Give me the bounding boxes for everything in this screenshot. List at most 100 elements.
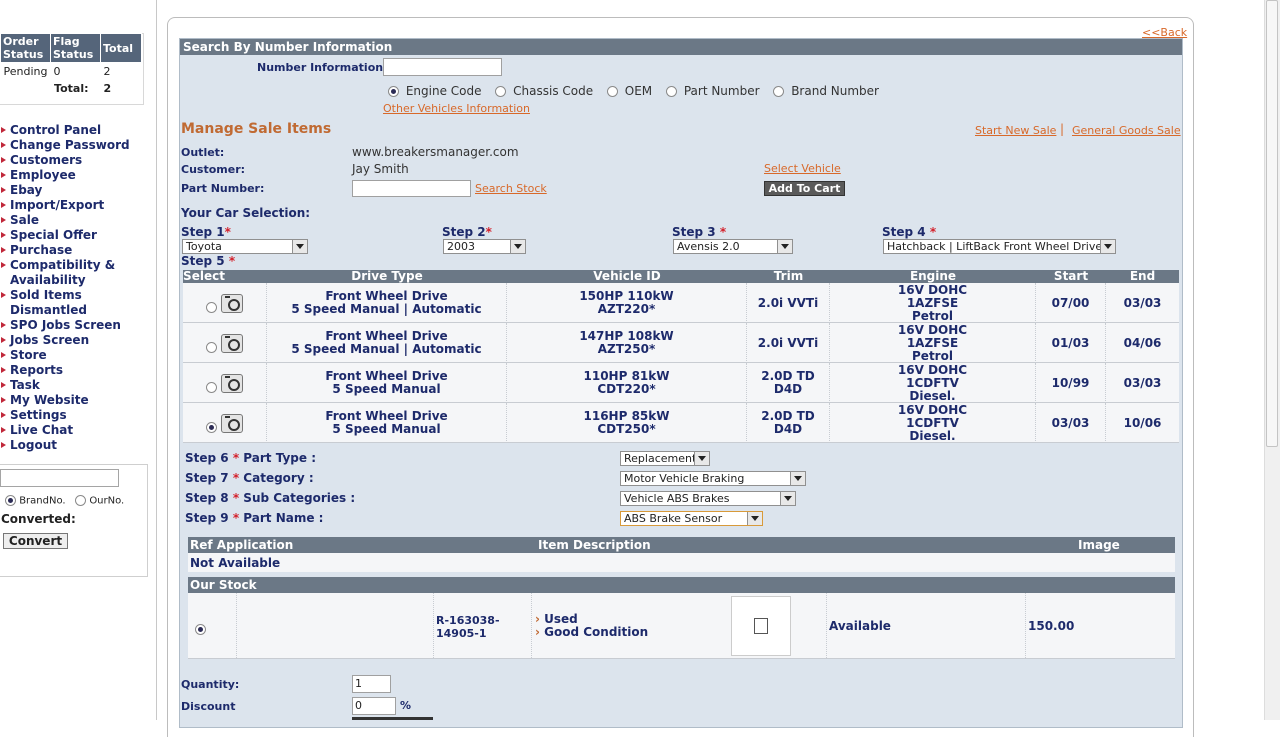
item-description-header: Item Description	[538, 538, 651, 552]
table-row[interactable]: Front Wheel Drive 5 Speed Manual | Automa…	[183, 323, 1179, 363]
col-vehicle-id: Vehicle ID	[593, 269, 661, 283]
image-header: Image	[1078, 538, 1120, 552]
menu-settings[interactable]: Settings	[0, 408, 150, 423]
menu-jobs-screen[interactable]: Jobs Screen	[0, 333, 150, 348]
menu-task[interactable]: Task	[0, 378, 150, 393]
category-select[interactable]: Motor Vehicle Braking	[620, 471, 806, 486]
table-row[interactable]: Front Wheel Drive 5 Speed Manual | Automa…	[183, 283, 1179, 323]
menu-store[interactable]: Store	[0, 348, 150, 363]
menu-sold-items[interactable]: Sold Items Dismantled	[0, 288, 100, 318]
camera-icon[interactable]	[221, 373, 243, 393]
add-to-cart-button[interactable]: Add To Cart	[764, 181, 845, 196]
brand-no-label: BrandNo.	[19, 495, 66, 507]
total-value: 2	[103, 65, 111, 78]
table-row[interactable]: Front Wheel Drive 5 Speed Manual 110HP 81…	[183, 363, 1179, 403]
chevron-down-icon	[694, 452, 709, 465]
brand-number-radio[interactable]	[773, 86, 785, 97]
part-type-select[interactable]: Replacement	[620, 451, 710, 466]
ref-table-header: Ref Application Item Description Image	[188, 537, 1175, 553]
menu-change-password[interactable]: Change Password	[0, 138, 150, 153]
convert-button[interactable]: Convert	[3, 533, 68, 549]
menu-special-offer[interactable]: Special Offer	[0, 228, 150, 243]
menu-my-website[interactable]: My Website	[0, 393, 150, 408]
menu-control-panel[interactable]: Control Panel	[0, 123, 150, 138]
discount-label: Discount	[181, 700, 236, 713]
menu-spo-jobs[interactable]: SPO Jobs Screen	[0, 318, 150, 333]
menu-customers[interactable]: Customers	[0, 153, 150, 168]
menu-compatibility[interactable]: Compatibility & Availability	[0, 258, 120, 288]
vehicle-radio[interactable]	[206, 301, 217, 313]
menu-logout[interactable]: Logout	[0, 438, 150, 453]
discount-input[interactable]: 0	[352, 697, 396, 715]
table-row[interactable]: Front Wheel Drive 5 Speed Manual 116HP 85…	[183, 403, 1179, 443]
vehicle-radio[interactable]	[206, 341, 217, 353]
vehicle-radio[interactable]	[206, 381, 217, 393]
chevron-down-icon	[777, 240, 792, 253]
stock-row[interactable]	[188, 593, 1175, 659]
chassis-code-radio[interactable]	[495, 86, 507, 97]
chevron-down-icon	[292, 240, 307, 253]
number-info-input[interactable]	[383, 58, 502, 76]
other-vehicles-link[interactable]: Other Vehicles Information	[383, 102, 530, 115]
our-stock-header: Our Stock	[188, 577, 1175, 593]
quantity-input[interactable]: 1	[352, 675, 391, 693]
link-separator: |	[1060, 122, 1065, 136]
general-goods-sale-link[interactable]: General Goods Sale	[1072, 124, 1181, 137]
search-stock-link[interactable]: Search Stock	[475, 182, 547, 195]
menu-purchase[interactable]: Purchase	[0, 243, 150, 258]
ref-application-header: Ref Application	[190, 538, 294, 552]
start-new-sale-link[interactable]: Start New Sale	[975, 124, 1056, 137]
camera-icon[interactable]	[221, 293, 243, 313]
body-select[interactable]: Hatchback | LiftBack Front Wheel Drive	[883, 239, 1116, 254]
total-label: Total:	[54, 82, 89, 95]
order-status-header: Order Status	[0, 33, 51, 63]
outlet-value: www.breakersmanager.com	[352, 145, 519, 159]
make-select[interactable]: Toyota	[182, 239, 308, 254]
vehicle-radio[interactable]	[206, 421, 217, 433]
customer-value: Jay Smith	[352, 162, 409, 176]
vehicle-id-code: CDT250*	[597, 422, 656, 436]
engine-code-label: Engine Code	[405, 84, 482, 98]
menu-employee[interactable]: Employee	[0, 168, 150, 183]
menu-reports[interactable]: Reports	[0, 363, 150, 378]
menu-live-chat[interactable]: Live Chat	[0, 423, 150, 438]
brand-no-radio[interactable]	[5, 495, 16, 506]
sub-category-select[interactable]: Vehicle ABS Brakes	[620, 491, 796, 506]
oem-label: OEM	[624, 84, 653, 98]
part-number-input[interactable]	[352, 180, 471, 197]
engine-code-radio[interactable]	[388, 86, 399, 97]
vehicle-id-code: AZT250*	[597, 342, 656, 356]
year-select[interactable]: 2003	[443, 239, 526, 254]
chassis-code-label: Chassis Code	[513, 84, 594, 98]
broken-image-icon	[754, 618, 768, 634]
menu-ebay[interactable]: Ebay	[0, 183, 150, 198]
trim-value: 2.0i VVTi	[757, 335, 819, 350]
engine-line3: Diesel.	[909, 428, 956, 443]
menu-sale[interactable]: Sale	[0, 213, 150, 228]
menu-import-export[interactable]: Import/Export	[0, 198, 150, 213]
search-header: Search By Number Information	[180, 39, 1182, 55]
model-select[interactable]: Avensis 2.0	[673, 239, 793, 254]
oem-radio[interactable]	[606, 86, 618, 97]
camera-icon[interactable]	[221, 413, 243, 433]
engine-line2: 1CDFTV	[906, 415, 959, 430]
scrollbar-thumb[interactable]	[1266, 0, 1278, 447]
car-selection-label: Your Car Selection:	[181, 206, 311, 220]
part-name-select[interactable]: ABS Brake Sensor	[620, 511, 763, 526]
start-date: 01/03	[1051, 335, 1090, 350]
stock-image[interactable]	[731, 596, 791, 656]
outlet-label: Outlet:	[181, 146, 225, 159]
step-1-label: Step 1*	[181, 225, 231, 239]
stock-status: Available	[829, 619, 891, 633]
part-number-label: Part Number	[683, 84, 760, 98]
divider	[433, 593, 434, 658]
grand-total-value: 2	[103, 82, 112, 95]
select-vehicle-link[interactable]: Select Vehicle	[764, 162, 841, 175]
part-number-radio[interactable]	[666, 86, 677, 97]
camera-icon[interactable]	[221, 333, 243, 353]
engine-line2: 1AZFSE	[906, 335, 959, 350]
step-9-label: Step 9 * Part Name :	[185, 511, 324, 525]
converter-input[interactable]	[0, 469, 119, 487]
our-no-radio[interactable]	[75, 495, 87, 506]
stock-radio[interactable]	[195, 624, 206, 635]
